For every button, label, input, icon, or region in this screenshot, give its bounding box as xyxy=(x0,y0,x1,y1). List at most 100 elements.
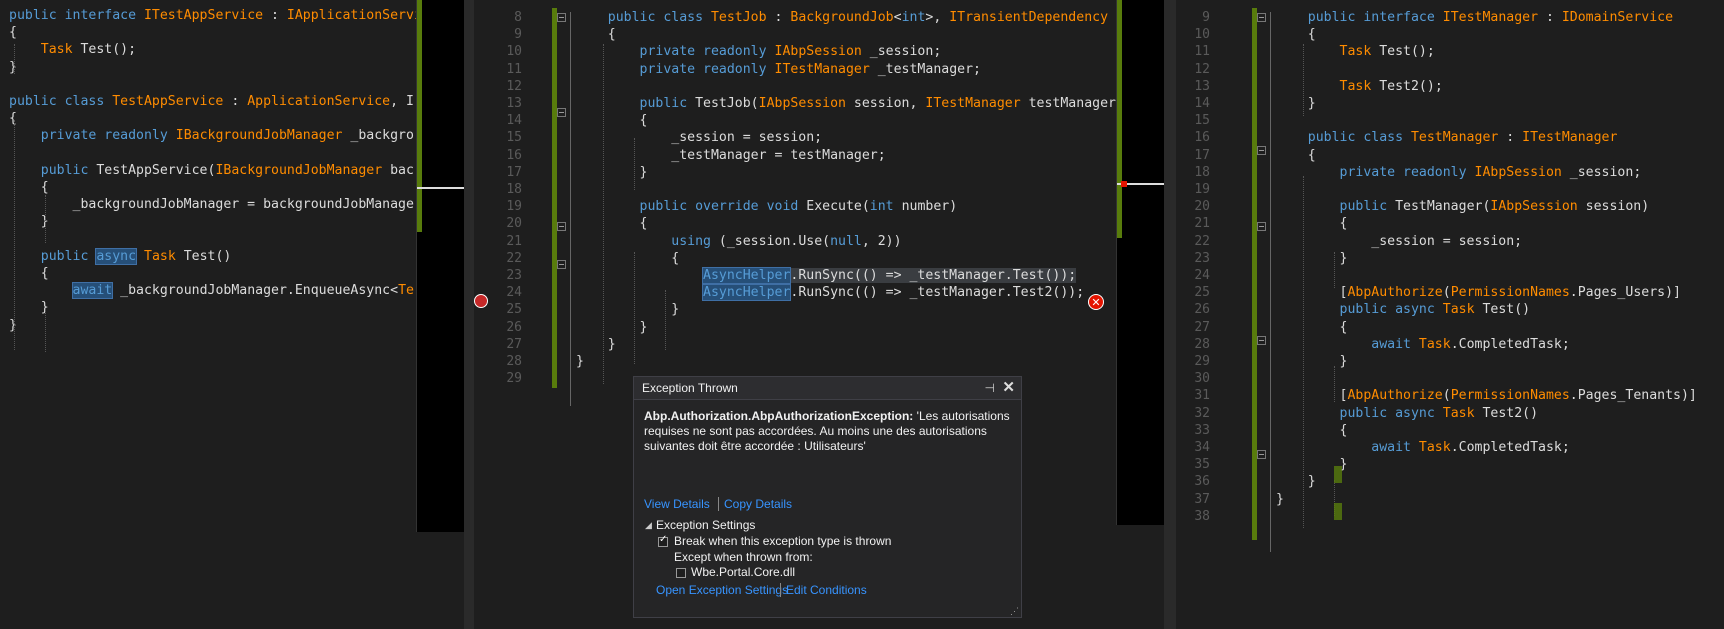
code-line[interactable]: AsyncHelper.RunSync(() => _testManager.T… xyxy=(576,283,1084,302)
code-line[interactable]: { xyxy=(1276,146,1316,165)
code-line[interactable]: { xyxy=(1276,421,1348,440)
code-line[interactable]: public override void Execute(int number) xyxy=(576,197,958,216)
code-line[interactable]: public TestAppService(IBackgroundJobMana… xyxy=(9,161,414,180)
view-details-link[interactable]: View Details xyxy=(644,497,710,511)
right-editor-pane[interactable]: 9 10 11 12 13 14 15 16 17 18 19 20 21 22 23 24 25 26 27 28 2… xyxy=(1176,0,1724,629)
code-line[interactable]: { xyxy=(576,111,648,130)
expand-triangle-icon[interactable]: ◢ xyxy=(645,520,652,531)
code-token: { xyxy=(576,113,648,129)
code-line[interactable]: } xyxy=(1276,249,1348,268)
line-number: 21 xyxy=(506,233,522,249)
code-line[interactable]: } xyxy=(9,316,17,335)
code-token: Task xyxy=(1418,336,1451,352)
code-token: } xyxy=(1276,474,1316,490)
code-token: : xyxy=(263,8,287,23)
line-number: 29 xyxy=(506,371,522,387)
resize-grip-icon[interactable]: ⋰ xyxy=(1010,606,1019,617)
line-number: 30 xyxy=(1194,371,1210,387)
code-token: : xyxy=(1538,10,1562,25)
code-line[interactable]: { xyxy=(9,109,17,128)
line-number: 19 xyxy=(1194,182,1210,197)
code-line[interactable]: } xyxy=(1276,94,1316,113)
code-line[interactable]: Task Test2(); xyxy=(1276,77,1443,96)
edit-conditions-link[interactable]: Edit Conditions xyxy=(786,583,867,597)
code-line[interactable]: _session = session; xyxy=(576,128,822,147)
line-number: 28 xyxy=(506,354,522,369)
code-token: } xyxy=(1276,491,1284,507)
code-token: public async xyxy=(1339,302,1443,318)
code-token: } xyxy=(576,319,648,335)
code-line[interactable]: { xyxy=(576,25,616,44)
pin-icon[interactable]: ⊣ xyxy=(985,377,995,399)
code-token: < xyxy=(893,10,902,25)
line-number: 32 xyxy=(1194,405,1210,421)
code-line[interactable]: [AbpAuthorize(PermissionNames.Pages_Tena… xyxy=(1276,386,1697,405)
code-token: _backgroundJobManager = backgroundJobMan… xyxy=(9,197,414,213)
code-line[interactable]: { xyxy=(1276,25,1316,44)
code-line[interactable]: } xyxy=(576,163,648,182)
code-line[interactable]: await _backgroundJobManager.EnqueueAsync… xyxy=(9,281,414,300)
code-line[interactable]: _testManager = testManager; xyxy=(576,146,885,165)
line-number: 14 xyxy=(506,113,522,129)
copy-details-link[interactable]: Copy Details xyxy=(724,497,792,511)
middle-editor-pane[interactable]: 8 9 10 11 12 13 14 15 16 17 18 19 20 21 22 23 24 25 26 27 28… xyxy=(488,0,1116,629)
code-token: AbpAuthorize xyxy=(1347,285,1443,301)
code-line[interactable]: } xyxy=(9,58,17,77)
exception-settings-header[interactable]: Exception Settings xyxy=(656,518,755,532)
code-line[interactable]: } xyxy=(576,335,616,354)
exception-popup[interactable]: Exception Thrown ⊣ ✕ Abp.Authorization.A… xyxy=(633,376,1022,618)
code-line[interactable]: public async Task Test() xyxy=(9,247,231,266)
code-token: { xyxy=(9,111,17,127)
code-line[interactable]: } xyxy=(1276,352,1348,371)
code-line[interactable]: private readonly IAbpSession _session; xyxy=(1276,163,1642,182)
code-line[interactable]: using (_session.Use(null, 2)) xyxy=(576,232,901,251)
code-line[interactable]: } xyxy=(1276,490,1284,509)
code-line[interactable]: } xyxy=(576,300,679,319)
code-line[interactable]: private readonly ITestManager _testManag… xyxy=(576,60,981,79)
code-line[interactable]: private readonly IAbpSession _session; xyxy=(576,42,942,61)
dll-checkbox[interactable] xyxy=(676,568,686,578)
code-line[interactable]: public class TestManager : ITestManager xyxy=(1276,128,1618,147)
code-line[interactable]: private readonly IBackgroundJobManager _… xyxy=(9,126,414,145)
code-line[interactable]: public interface ITestAppService : IAppl… xyxy=(9,6,416,25)
code-line[interactable]: _backgroundJobManager = backgroundJobMan… xyxy=(9,195,414,214)
code-line[interactable]: public async Task Test() xyxy=(1276,300,1531,319)
code-token: await xyxy=(1371,440,1419,455)
code-line[interactable]: Task Test(); xyxy=(9,40,136,59)
code-line[interactable]: public class TestJob : BackgroundJob<int… xyxy=(576,8,1108,27)
code-line[interactable]: [AbpAuthorize(PermissionNames.Pages_User… xyxy=(1276,283,1681,302)
code-line[interactable]: await Task.CompletedTask; xyxy=(1276,438,1570,457)
code-token: public interface xyxy=(1307,10,1443,25)
code-line[interactable]: } xyxy=(576,352,584,371)
code-line[interactable]: Task Test(); xyxy=(1276,42,1435,61)
code-line[interactable]: public async Task Test2() xyxy=(1276,404,1539,423)
code-line[interactable]: public interface ITestManager : IDomainS… xyxy=(1276,8,1673,27)
code-line[interactable]: } xyxy=(576,318,648,337)
line-number: 28 xyxy=(1194,336,1210,352)
code-line[interactable]: await Task.CompletedTask; xyxy=(1276,335,1570,354)
code-line[interactable]: _session = session; xyxy=(1276,232,1522,251)
code-line[interactable]: public class TestAppService : Applicatio… xyxy=(9,92,414,111)
code-line[interactable]: AsyncHelper.RunSync(() => _testManager.T… xyxy=(576,266,1077,285)
code-token: TestManager xyxy=(1410,130,1499,146)
code-line[interactable]: public TestManager(IAbpSession session) xyxy=(1276,197,1650,216)
open-exception-settings-link[interactable]: Open Exception Settings xyxy=(656,583,788,597)
code-line[interactable]: { xyxy=(576,249,679,268)
code-line[interactable]: public TestJob(IAbpSession session, ITes… xyxy=(576,94,1116,113)
code-line[interactable]: } xyxy=(1276,472,1316,491)
code-line[interactable]: { xyxy=(9,23,17,42)
code-token: null xyxy=(830,233,862,249)
code-token: public override void xyxy=(639,199,807,215)
close-icon[interactable]: ✕ xyxy=(1002,377,1015,399)
popup-header: Exception Thrown ⊣ ✕ xyxy=(634,377,1021,400)
middle-minimap[interactable] xyxy=(1116,0,1165,525)
left-editor-pane[interactable]: public interface ITestAppService : IAppl… xyxy=(0,0,416,629)
code-token: Task xyxy=(1339,44,1372,60)
left-minimap[interactable] xyxy=(416,0,465,532)
code-line[interactable]: { xyxy=(576,214,648,233)
code-token: public xyxy=(40,248,97,264)
code-line[interactable]: { xyxy=(1276,318,1348,337)
code-line[interactable]: { xyxy=(1276,214,1348,233)
break-checkbox[interactable]: ✓ xyxy=(658,534,668,547)
